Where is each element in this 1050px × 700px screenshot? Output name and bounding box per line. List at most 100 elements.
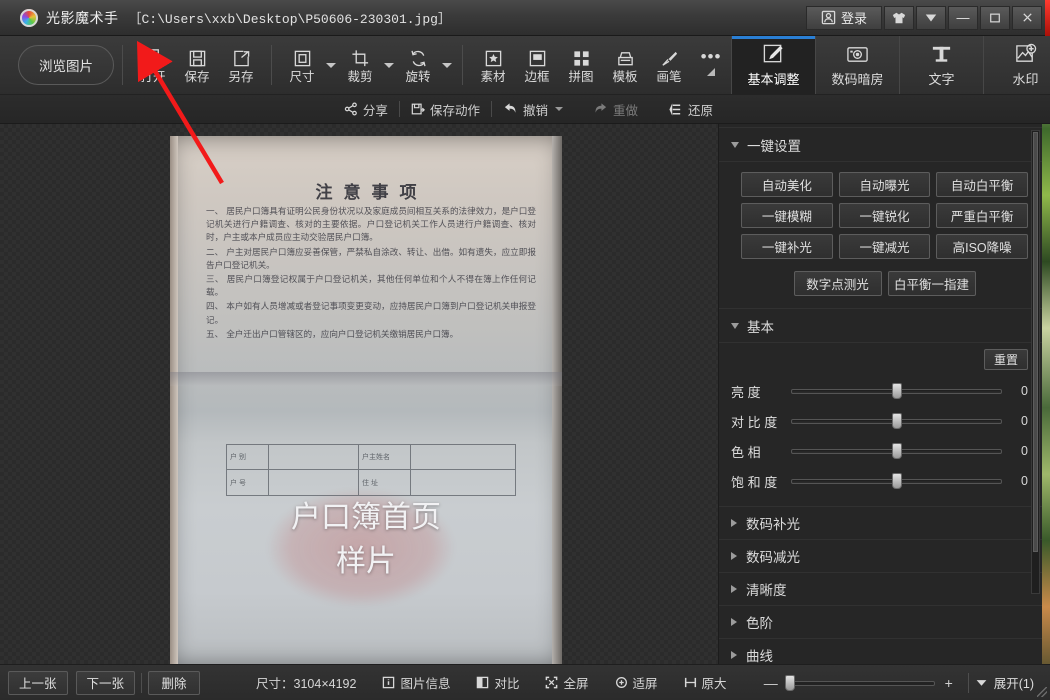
btn-one-click-dim-light[interactable]: 一键减光 (839, 234, 931, 259)
btn-white-balance-picker[interactable]: 白平衡一指建 (888, 271, 976, 296)
tool-frame[interactable]: 边框 (515, 39, 559, 91)
photo-preview[interactable]: 注意事项 一、居民户口簿具有证明公民身份状况以及家庭成员间相互关系的法律效力，是… (170, 136, 562, 664)
action-undo[interactable]: 撤销 (496, 98, 570, 120)
tool-material[interactable]: 素材 (471, 39, 515, 91)
panel-scrollbar-thumb[interactable] (1033, 132, 1038, 552)
reset-button[interactable]: 重置 (984, 349, 1028, 370)
btn-one-click-sharpen[interactable]: 一键锐化 (839, 203, 931, 228)
slider-knob[interactable] (892, 413, 902, 429)
section-one-click-label: 一键设置 (747, 135, 801, 155)
more-tools-button[interactable]: ••• (691, 39, 731, 91)
minimize-button[interactable]: — (948, 6, 978, 30)
btn-auto-white-balance[interactable]: 自动白平衡 (936, 172, 1028, 197)
slider-brightness-value: 0 (1010, 384, 1028, 398)
action-share[interactable]: 分享 (337, 98, 395, 120)
tool-open[interactable]: 打开 (131, 39, 175, 91)
btn-one-click-fill-light[interactable]: 一键补光 (741, 234, 833, 259)
slider-contrast-track[interactable] (791, 412, 1002, 430)
tool-material-label: 素材 (480, 71, 505, 84)
panel-scrollbar[interactable] (1031, 130, 1040, 594)
section-digital-fill-light[interactable]: 数码补光 (719, 507, 1042, 540)
tool-size[interactable]: 尺寸 (280, 39, 324, 91)
btn-auto-beautify[interactable]: 自动美化 (741, 172, 833, 197)
status-bar: 上一张 下一张 删除 尺寸：3104×4192 图片信息 对比 全屏 (0, 664, 1050, 700)
btn-high-iso-denoise[interactable]: 高ISO降噪 (936, 234, 1028, 259)
slider-hue-track[interactable] (791, 442, 1002, 460)
action-save-action[interactable]: 保存动作 (404, 98, 487, 120)
watermark-icon (1014, 42, 1037, 66)
tab-darkroom[interactable]: 数码暗房 (815, 36, 899, 94)
table-cell: 户 别 (227, 445, 269, 469)
slider-saturation-track[interactable] (791, 472, 1002, 490)
zoom-slider-knob[interactable] (785, 675, 795, 691)
btn-auto-exposure[interactable]: 自动曝光 (839, 172, 931, 197)
tab-text[interactable]: 文字 (899, 36, 983, 94)
slider-contrast[interactable]: 对 比 度 0 (731, 406, 1028, 436)
status-image-info[interactable]: 图片信息 (382, 673, 450, 692)
zoom-out-button[interactable]: — (764, 675, 778, 691)
toolbar-divider-2 (271, 45, 272, 85)
status-image-info-label: 图片信息 (400, 673, 450, 692)
section-levels-label: 色阶 (746, 612, 773, 632)
section-one-click[interactable]: 一键设置 (719, 128, 1042, 162)
btn-strong-white-balance[interactable]: 严重白平衡 (936, 203, 1028, 228)
document-body: 一、居民户口簿具有证明公民身份状况以及家庭成员间相互关系的法律效力，是户口登记机… (206, 206, 536, 343)
chevron-down-icon (731, 142, 739, 148)
status-compare[interactable]: 对比 (476, 673, 519, 692)
zoom-slider-track[interactable] (785, 675, 935, 691)
tool-brush[interactable]: 画笔 (647, 39, 691, 91)
status-fullscreen[interactable]: 全屏 (545, 673, 588, 692)
tool-collage[interactable]: 拼图 (559, 39, 603, 91)
tab-watermark[interactable]: 水印 (983, 36, 1050, 94)
status-actual-size[interactable]: 原大 (684, 673, 727, 692)
slider-brightness-track[interactable] (791, 382, 1002, 400)
slider-knob[interactable] (892, 383, 902, 399)
resize-grip[interactable] (1037, 687, 1047, 697)
toolbar-divider-3 (462, 45, 463, 85)
undo-dropdown-caret[interactable] (555, 107, 563, 111)
size-dropdown-caret[interactable] (324, 39, 338, 91)
tool-save[interactable]: 保存 (175, 39, 219, 91)
slider-knob[interactable] (892, 443, 902, 459)
tool-rotate[interactable]: 旋转 (396, 39, 440, 91)
tab-basic-adjust[interactable]: 基本调整 (731, 36, 815, 94)
slider-knob[interactable] (892, 473, 902, 489)
browse-images-button[interactable]: 浏览图片 (18, 45, 114, 85)
main-menu-button[interactable] (916, 6, 946, 30)
slider-saturation-value: 0 (1010, 474, 1028, 488)
section-clarity[interactable]: 清晰度 (719, 573, 1042, 606)
next-image-button[interactable]: 下一张 (76, 671, 136, 695)
action-revert[interactable]: 还原 (661, 98, 720, 120)
document-paragraph: 五、全户迁出户口管辖区的，应向户口登记机关缴销居民户口簿。 (206, 329, 536, 342)
section-basic[interactable]: 基本 (719, 309, 1042, 343)
expand-panel-button[interactable]: 展开(1) (975, 673, 1034, 692)
slider-hue[interactable]: 色 相 0 (731, 436, 1028, 466)
btn-one-click-blur[interactable]: 一键模糊 (741, 203, 833, 228)
image-canvas[interactable]: 注意事项 一、居民户口簿具有证明公民身份状况以及家庭成员间相互关系的法律效力，是… (0, 124, 718, 664)
close-button[interactable] (1012, 6, 1042, 30)
section-curves[interactable]: 曲线 (719, 639, 1042, 664)
tool-save-as[interactable]: 另存 (219, 39, 263, 91)
skin-button[interactable] (884, 6, 914, 30)
btn-digital-spot-metering[interactable]: 数字点测光 (794, 271, 882, 296)
status-fit-screen[interactable]: 适屏 (615, 673, 658, 692)
section-digital-dim-light[interactable]: 数码减光 (719, 540, 1042, 573)
rotate-dropdown-caret[interactable] (440, 39, 454, 91)
slider-brightness[interactable]: 亮 度 0 (731, 376, 1028, 406)
chevron-down-icon (731, 323, 739, 329)
tool-template[interactable]: 模板 (603, 39, 647, 91)
tool-crop[interactable]: 裁剪 (338, 39, 382, 91)
paragraph-text: 居民户口簿登记权属于户口登记机关，其他任何单位和个人不得在簿上作任何记载。 (206, 275, 536, 298)
compare-icon (476, 676, 489, 689)
delete-image-button[interactable]: 删除 (148, 671, 200, 695)
maximize-button[interactable] (980, 6, 1010, 30)
section-levels[interactable]: 色阶 (719, 606, 1042, 639)
login-button[interactable]: 登录 (806, 6, 882, 30)
crop-dropdown-caret[interactable] (382, 39, 396, 91)
slider-saturation[interactable]: 饱 和 度 0 (731, 466, 1028, 496)
zoom-in-button[interactable]: + (942, 675, 956, 691)
tab-text-label: 文字 (928, 69, 954, 88)
action-bar: 分享 保存动作 撤销 重做 (0, 94, 1050, 124)
prev-image-button[interactable]: 上一张 (8, 671, 68, 695)
zoom-slider-bar (785, 681, 935, 686)
